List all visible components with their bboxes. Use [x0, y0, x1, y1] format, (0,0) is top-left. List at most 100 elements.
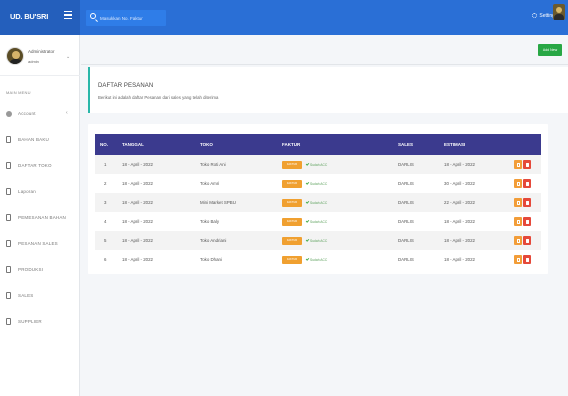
trash-icon — [525, 219, 529, 224]
delete-button[interactable] — [523, 217, 531, 226]
faktur-button[interactable]: FAKTUR — [282, 255, 302, 264]
faktur-button[interactable]: FAKTUR — [282, 179, 302, 188]
sidebar-item-laporan[interactable]: Laporan — [6, 187, 76, 197]
setting-link[interactable]: Setting — [532, 13, 555, 19]
sidebar-item-account[interactable]: Account ‹ — [6, 109, 76, 119]
column-header-toko[interactable]: TOKO — [195, 134, 277, 155]
table-header-row: NO. TANGGAL TOKO FAKTUR SALES ESTIMASI — [95, 134, 541, 155]
orders-table: NO. TANGGAL TOKO FAKTUR SALES ESTIMASI 1… — [95, 134, 541, 269]
edit-button[interactable] — [514, 255, 522, 264]
status-text: Sudah ACC — [310, 219, 328, 224]
chevron-down-icon[interactable]: ⌄ — [66, 54, 70, 60]
table-row: 4 18 - April - 2022 Toko Baly FAKTUR Suda… — [95, 212, 541, 231]
cell-estimasi: 18 - April - 2022 — [444, 162, 475, 167]
edit-button[interactable] — [514, 160, 522, 169]
search-box — [86, 10, 166, 26]
faktur-button[interactable]: FAKTUR — [282, 217, 302, 226]
delete-button[interactable] — [523, 160, 531, 169]
edit-button[interactable] — [514, 236, 522, 245]
edit-button[interactable] — [514, 217, 522, 226]
faktur-button[interactable]: FAKTUR — [282, 160, 302, 169]
cell-sales: DARLIS — [398, 200, 414, 205]
cell-faktur: FAKTUR Sudah ACC — [277, 155, 393, 174]
status-text: Sudah ACC — [310, 181, 328, 186]
edit-button[interactable] — [514, 179, 522, 188]
sidebar-item-supplier[interactable]: SUPPLIER — [6, 317, 76, 327]
sidebar-item-bahan-baku[interactable]: BAHAN BAKU — [6, 135, 76, 145]
column-header-sales[interactable]: SALES — [393, 134, 439, 155]
sidebar-item-produksi[interactable]: PRODUKSI — [6, 265, 76, 275]
file-icon — [6, 292, 11, 299]
user-avatar-top[interactable] — [553, 4, 565, 20]
edit-icon — [516, 162, 520, 167]
trash-icon — [525, 200, 529, 205]
status-text: Sudah ACC — [310, 200, 328, 205]
brand-name[interactable]: UD. BU'SRI — [10, 12, 48, 21]
cell-estimasi: 30 - April - 2022 — [444, 181, 475, 186]
sidebar-item-daftar-toko[interactable]: DAFTAR TOKO — [6, 161, 76, 171]
column-header-tanggal[interactable]: TANGGAL — [117, 134, 195, 155]
delete-button[interactable] — [523, 236, 531, 245]
cell-no: 2 — [104, 181, 107, 186]
status-badge: Sudah ACC — [305, 218, 328, 224]
sidebar-item-label: SUPPLIER — [18, 319, 42, 324]
column-header-faktur[interactable]: FAKTUR — [277, 134, 393, 155]
cell-toko: Toko Amri — [200, 181, 220, 186]
check-icon — [305, 161, 310, 166]
sidebar: Administrator admin ⌄ MAIN MENU Account … — [0, 35, 80, 396]
status-text: Sudah ACC — [310, 257, 328, 262]
sidebar-item-sales[interactable]: SALES — [6, 291, 76, 301]
cell-sales: DARLIS — [398, 181, 414, 186]
cell-toko: Toko Baly — [200, 219, 220, 224]
status-badge: Sudah ACC — [305, 199, 328, 205]
status-badge: Sudah ACC — [305, 161, 328, 167]
sidebar-item-pemesanan-bahan[interactable]: PEMESANAN BAHAN — [6, 213, 76, 223]
cell-estimasi: 18 - April - 2022 — [444, 219, 475, 224]
sidebar-item-pesanan-sales[interactable]: PESANAN SALES — [6, 239, 76, 249]
avatar — [6, 47, 24, 65]
page-header-card: DAFTAR PESANAN Berikut ini adalah daftar… — [88, 67, 568, 113]
cell-tanggal: 18 - April - 2022 — [122, 238, 153, 243]
cell-toko: Mini Market SPBU — [200, 200, 236, 205]
table-row: 5 18 - April - 2022 Toko Andriani FAKTUR… — [95, 231, 541, 250]
faktur-button[interactable]: FAKTUR — [282, 236, 302, 245]
search-icon[interactable] — [90, 13, 96, 19]
cell-no: 1 — [104, 162, 107, 167]
menu-toggle-icon[interactable] — [64, 11, 72, 21]
status-text: Sudah ACC — [310, 162, 328, 167]
delete-button[interactable] — [523, 179, 531, 188]
cell-tanggal: 18 - April - 2022 — [122, 162, 153, 167]
column-header-no[interactable]: NO. — [95, 134, 117, 155]
cell-sales: DARLIS — [398, 257, 414, 262]
user-panel[interactable]: Administrator admin ⌄ — [6, 45, 76, 71]
file-icon — [6, 162, 11, 169]
file-icon — [6, 188, 11, 195]
sidebar-section-label: MAIN MENU — [6, 90, 31, 95]
cell-no: 6 — [104, 257, 107, 262]
check-icon — [305, 199, 310, 204]
edit-icon — [516, 238, 520, 243]
faktur-button[interactable]: FAKTUR — [282, 198, 302, 207]
delete-button[interactable] — [523, 198, 531, 207]
top-navbar: UD. BU'SRI Setting — [0, 0, 568, 35]
orders-table-card: NO. TANGGAL TOKO FAKTUR SALES ESTIMASI 1… — [88, 124, 548, 274]
edit-icon — [516, 200, 520, 205]
add-new-button[interactable]: Add New — [538, 44, 562, 56]
trash-icon — [525, 257, 529, 262]
cell-actions — [509, 250, 541, 269]
table-row: 3 18 - April - 2022 Mini Market SPBU FAK… — [95, 193, 541, 212]
cell-faktur: FAKTUR Sudah ACC — [277, 193, 393, 212]
file-icon — [6, 318, 11, 325]
cell-actions — [509, 155, 541, 174]
column-header-estimasi[interactable]: ESTIMASI — [439, 134, 509, 155]
gear-icon — [532, 13, 537, 18]
cell-no: 3 — [104, 200, 107, 205]
trash-icon — [525, 238, 529, 243]
delete-button[interactable] — [523, 255, 531, 264]
cell-sales: DARLIS — [398, 238, 414, 243]
table-row: 1 18 - April - 2022 Toko Roti Ani FAKTUR… — [95, 155, 541, 174]
search-input[interactable] — [100, 13, 162, 23]
sidebar-item-label: PEMESANAN BAHAN — [18, 215, 67, 220]
sidebar-item-label: SALES — [18, 293, 34, 298]
edit-button[interactable] — [514, 198, 522, 207]
